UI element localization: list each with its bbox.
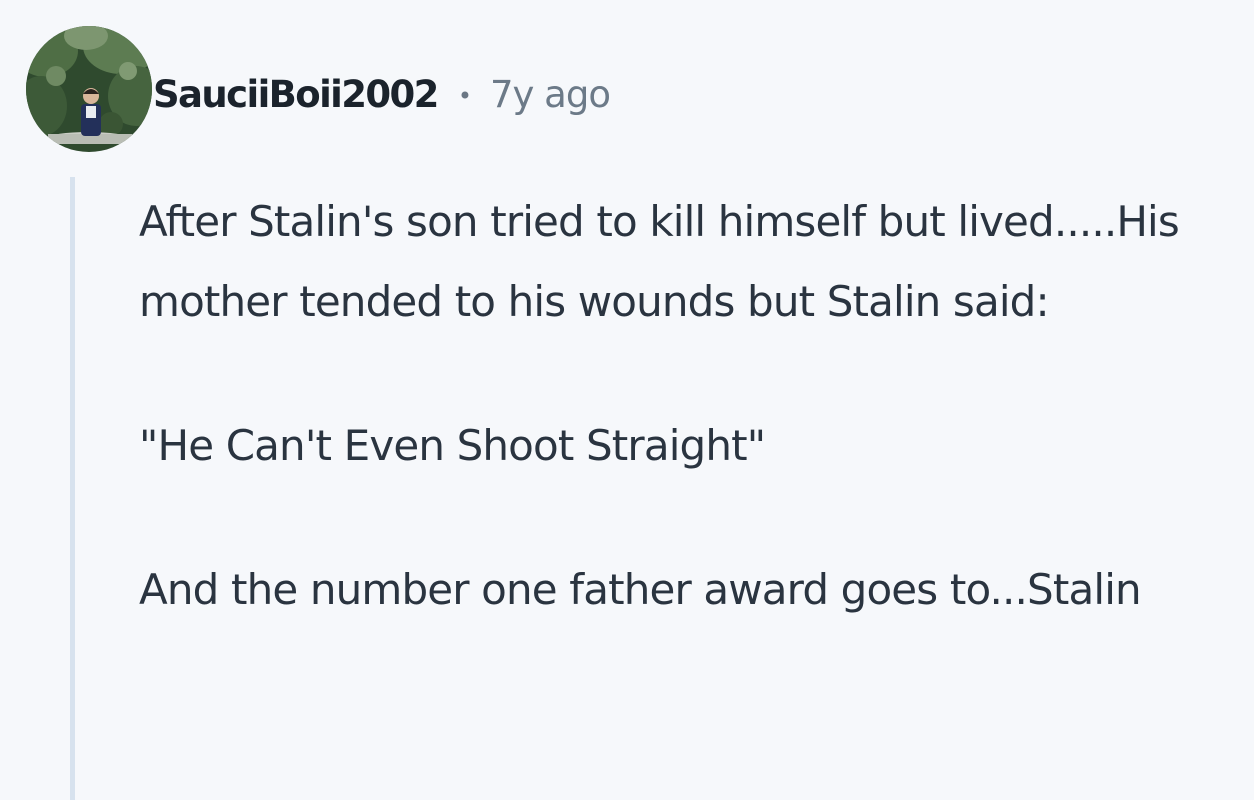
avatar[interactable] [26, 26, 152, 152]
comment-paragraph: And the number one father award goes to.… [139, 565, 1142, 614]
separator-dot: • [457, 82, 472, 110]
comment-paragraph: After Stalin's son tried to kill himself… [139, 197, 1180, 326]
timestamp: 7y ago [489, 72, 611, 116]
thread-collapse-line[interactable] [70, 177, 75, 800]
comment: SauciiBoii2002 • 7y ago After Stalin's s… [0, 0, 1254, 800]
author-name[interactable]: SauciiBoii2002 [153, 73, 439, 116]
comment-paragraph: "He Can't Even Shoot Straight" [139, 421, 766, 470]
user-avatar-photo-icon [26, 26, 152, 152]
comment-meta: SauciiBoii2002 • 7y ago [153, 66, 611, 122]
comment-body: After Stalin's son tried to kill himself… [139, 182, 1249, 630]
